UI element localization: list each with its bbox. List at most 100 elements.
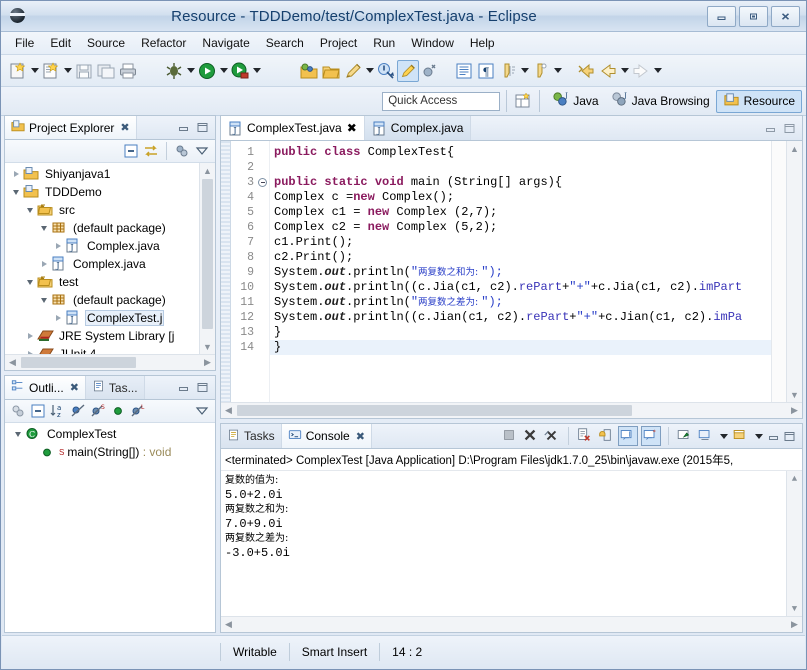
search-pencil-icon[interactable] [342,60,364,82]
code-editor[interactable]: 1 2 3 4 5 6 7 8 9 10 11 12 13 14 public class Complex… [221,141,802,402]
tab-tasks[interactable]: Tasks [221,424,282,448]
view-menu-filters-icon[interactable] [173,142,191,160]
chevron-right-icon[interactable] [23,351,37,354]
hide-local-types-icon[interactable]: L [129,402,147,420]
new-java-class-icon[interactable] [40,60,62,82]
project-explorer-tree[interactable]: Shiyanjava1 TDDDemo src (default package) J C… [5,163,215,354]
console-view-menu-icon[interactable] [697,427,715,445]
collapse-all-icon[interactable] [122,142,140,160]
hide-nonpublic-icon[interactable] [109,402,127,420]
scroll-lock-icon[interactable] [597,427,615,445]
open-type-icon[interactable] [320,60,342,82]
tree-item-tdddemo[interactable]: TDDDemo [5,183,199,201]
chevron-down-icon[interactable] [364,60,375,82]
perspective-java[interactable]: J Java [546,91,604,112]
code-line[interactable]: c2.Print(); [270,250,771,265]
code-line[interactable]: } [270,340,771,355]
outline-item-complextest[interactable]: C ComplexTest [5,425,215,443]
tree-item-test[interactable]: test [5,273,199,291]
chevron-down-icon[interactable] [23,279,37,285]
scroll-down-icon[interactable]: ▼ [787,387,802,402]
editor-tab-complex[interactable]: J Complex.java [364,116,472,140]
open-console-icon[interactable] [676,427,694,445]
minimize-button[interactable] [707,5,736,27]
print-icon[interactable] [117,60,139,82]
code-line[interactable]: public static void main (String[] args){ [270,175,771,190]
run-external-tools-icon[interactable] [229,60,251,82]
tab-console[interactable]: Console ✖ [281,424,372,448]
chevron-down-icon[interactable] [251,60,262,82]
collapse-all-icon[interactable] [29,402,47,420]
skip-breakpoints-icon[interactable] [419,60,441,82]
scroll-right-icon[interactable]: ▶ [787,403,802,418]
hide-fields-icon[interactable] [69,402,87,420]
scroll-up-icon[interactable]: ▲ [787,471,802,486]
chevron-down-icon[interactable] [218,60,229,82]
tree-item-src[interactable]: src [5,201,199,219]
tree-item-complex-java[interactable]: J Complex.java [5,237,199,255]
chevron-down-icon[interactable] [11,431,25,437]
chevron-right-icon[interactable] [51,243,65,249]
minimize-icon[interactable] [767,430,780,443]
chevron-down-icon[interactable] [185,60,196,82]
close-icon[interactable]: ✖ [70,381,79,394]
folding-ruler[interactable] [257,141,270,402]
run-icon[interactable] [196,60,218,82]
editor-vscrollbar[interactable]: ▲ ▼ [786,141,802,402]
scroll-down-icon[interactable]: ▼ [200,339,215,354]
tree-item-junit-4[interactable]: JUnit 4 [5,345,199,354]
previous-edit-icon[interactable] [497,60,519,82]
tab-outline[interactable]: Outli... ✖ [5,376,86,399]
maximize-button[interactable] [739,5,768,27]
code-line[interactable]: System.out.println("两复数之差为: "); [270,295,771,310]
minimize-icon[interactable] [177,381,190,394]
next-edit-icon[interactable] [530,60,552,82]
quick-access-input[interactable]: Quick Access [382,91,501,111]
menu-edit[interactable]: Edit [42,34,79,52]
console-vscrollbar[interactable]: ▲ ▼ [786,471,802,616]
pilcrow-icon[interactable]: ¶ [475,60,497,82]
chevron-down-icon[interactable] [37,225,51,231]
new-wizard-icon[interactable] [7,60,29,82]
debug-icon[interactable] [163,60,185,82]
toggle-mark-occurrences-icon[interactable] [397,59,419,82]
chevron-down-icon[interactable] [62,60,73,82]
project-explorer-hscrollbar[interactable]: ◀ ▶ [5,354,215,370]
code-line[interactable]: System.out.println((c.Jia(c1, c2).rePart… [270,280,771,295]
project-explorer-vscrollbar[interactable]: ▲ ▼ [199,163,215,354]
scroll-left-icon[interactable]: ◀ [5,355,20,370]
scroll-up-icon[interactable]: ▲ [200,163,215,178]
close-icon[interactable]: ✖ [347,121,357,135]
close-button[interactable] [771,5,800,27]
source-text[interactable]: public class ComplexTest{ public static … [270,141,771,402]
tree-item-default-package[interactable]: (default package) [5,219,199,237]
code-line[interactable]: Complex c =new Complex(); [270,190,771,205]
show-whitespace-icon[interactable] [453,60,475,82]
chevron-down-icon[interactable] [753,425,764,447]
remove-launch-icon[interactable] [522,427,540,445]
chevron-down-icon[interactable] [718,425,729,447]
fold-marker[interactable] [257,175,269,190]
back-yellow-icon[interactable] [575,60,597,82]
scroll-left-icon[interactable]: ◀ [221,617,236,632]
back-arrow-icon[interactable] [597,60,619,82]
code-line[interactable]: Complex c2 = new Complex (5,2); [270,220,771,235]
outline-item-main-string-void[interactable]: Smain(String[]) : void [5,443,215,461]
link-with-editor-icon[interactable] [142,142,160,160]
perspective-java-browsing[interactable]: J Java Browsing [605,91,716,112]
scroll-up-icon[interactable]: ▲ [787,141,802,156]
chevron-down-icon[interactable] [37,297,51,303]
code-line[interactable]: } [270,325,771,340]
chevron-down-icon[interactable] [23,207,37,213]
chevron-down-icon[interactable] [619,60,630,82]
view-menu-icon[interactable] [193,142,211,160]
scroll-down-icon[interactable]: ▼ [787,601,802,616]
maximize-icon[interactable] [196,381,209,394]
tree-item-jre-system-library-j[interactable]: JRE System Library [j [5,327,199,345]
new-console-view-icon[interactable] [732,427,750,445]
code-line[interactable]: Complex c1 = new Complex (2,7); [270,205,771,220]
perspective-resource[interactable]: Resource [715,89,802,113]
editor-hscrollbar[interactable]: ◀ ▶ [221,402,802,418]
console-hscrollbar[interactable]: ◀ ▶ [221,616,802,632]
menu-navigate[interactable]: Navigate [194,34,257,52]
